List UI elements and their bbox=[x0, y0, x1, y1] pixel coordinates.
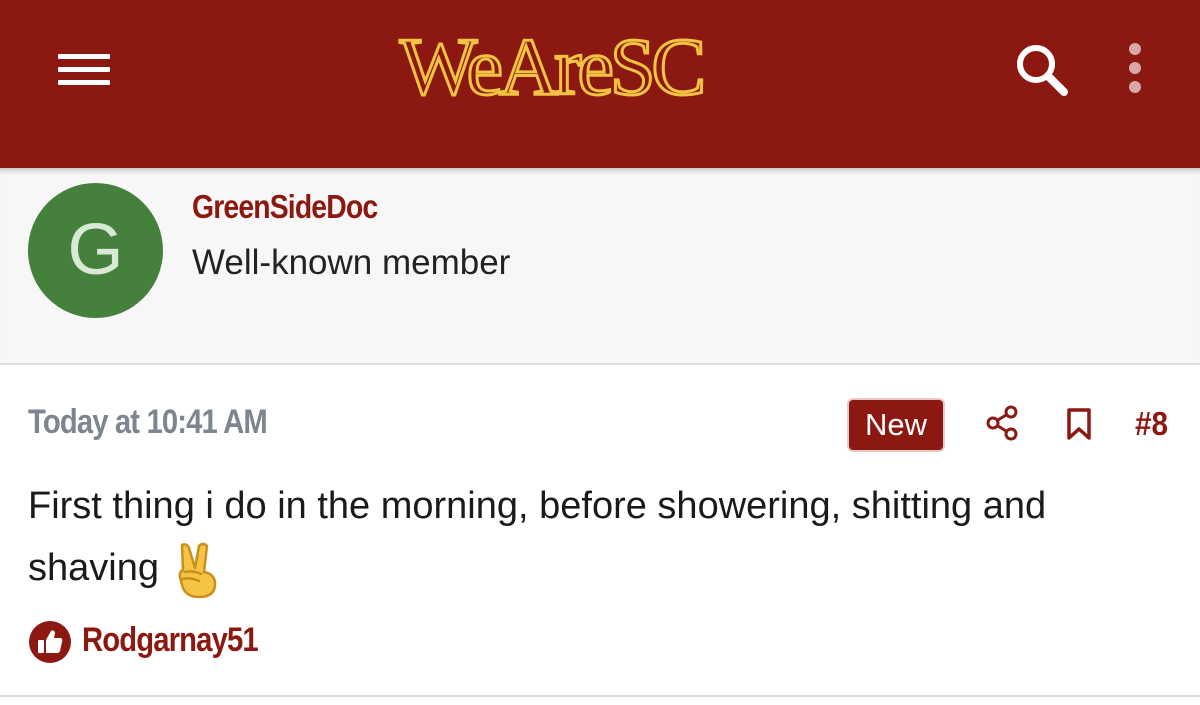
site-logo[interactable]: WeAreSC bbox=[366, 20, 736, 113]
post-message: Today at 10:41 AM New #8 First thing i d… bbox=[0, 367, 1200, 697]
avatar[interactable]: G bbox=[28, 183, 163, 318]
victory-hand-emoji bbox=[173, 541, 221, 599]
divider bbox=[0, 695, 1200, 697]
author-username[interactable]: GreenSideDoc bbox=[192, 188, 378, 226]
post-number-link[interactable]: #8 bbox=[1135, 405, 1168, 443]
kebab-menu-icon[interactable] bbox=[1120, 38, 1150, 98]
bookmark-icon[interactable] bbox=[1066, 407, 1092, 441]
post-date[interactable]: Today at 10:41 AM bbox=[28, 403, 268, 442]
post-body: First thing i do in the morning, before … bbox=[28, 475, 1178, 599]
thumbs-up-icon bbox=[29, 621, 71, 663]
top-app-bar: WeAreSC bbox=[0, 0, 1200, 168]
hamburger-menu-icon[interactable] bbox=[56, 50, 112, 90]
share-icon[interactable] bbox=[984, 405, 1020, 441]
author-title: Well-known member bbox=[192, 243, 511, 282]
new-badge: New bbox=[849, 400, 943, 450]
post-author-block: G GreenSideDoc Well-known member bbox=[0, 168, 1200, 365]
reaction-username[interactable]: Rodgarnay51 bbox=[82, 621, 259, 660]
search-icon[interactable] bbox=[1012, 40, 1072, 100]
